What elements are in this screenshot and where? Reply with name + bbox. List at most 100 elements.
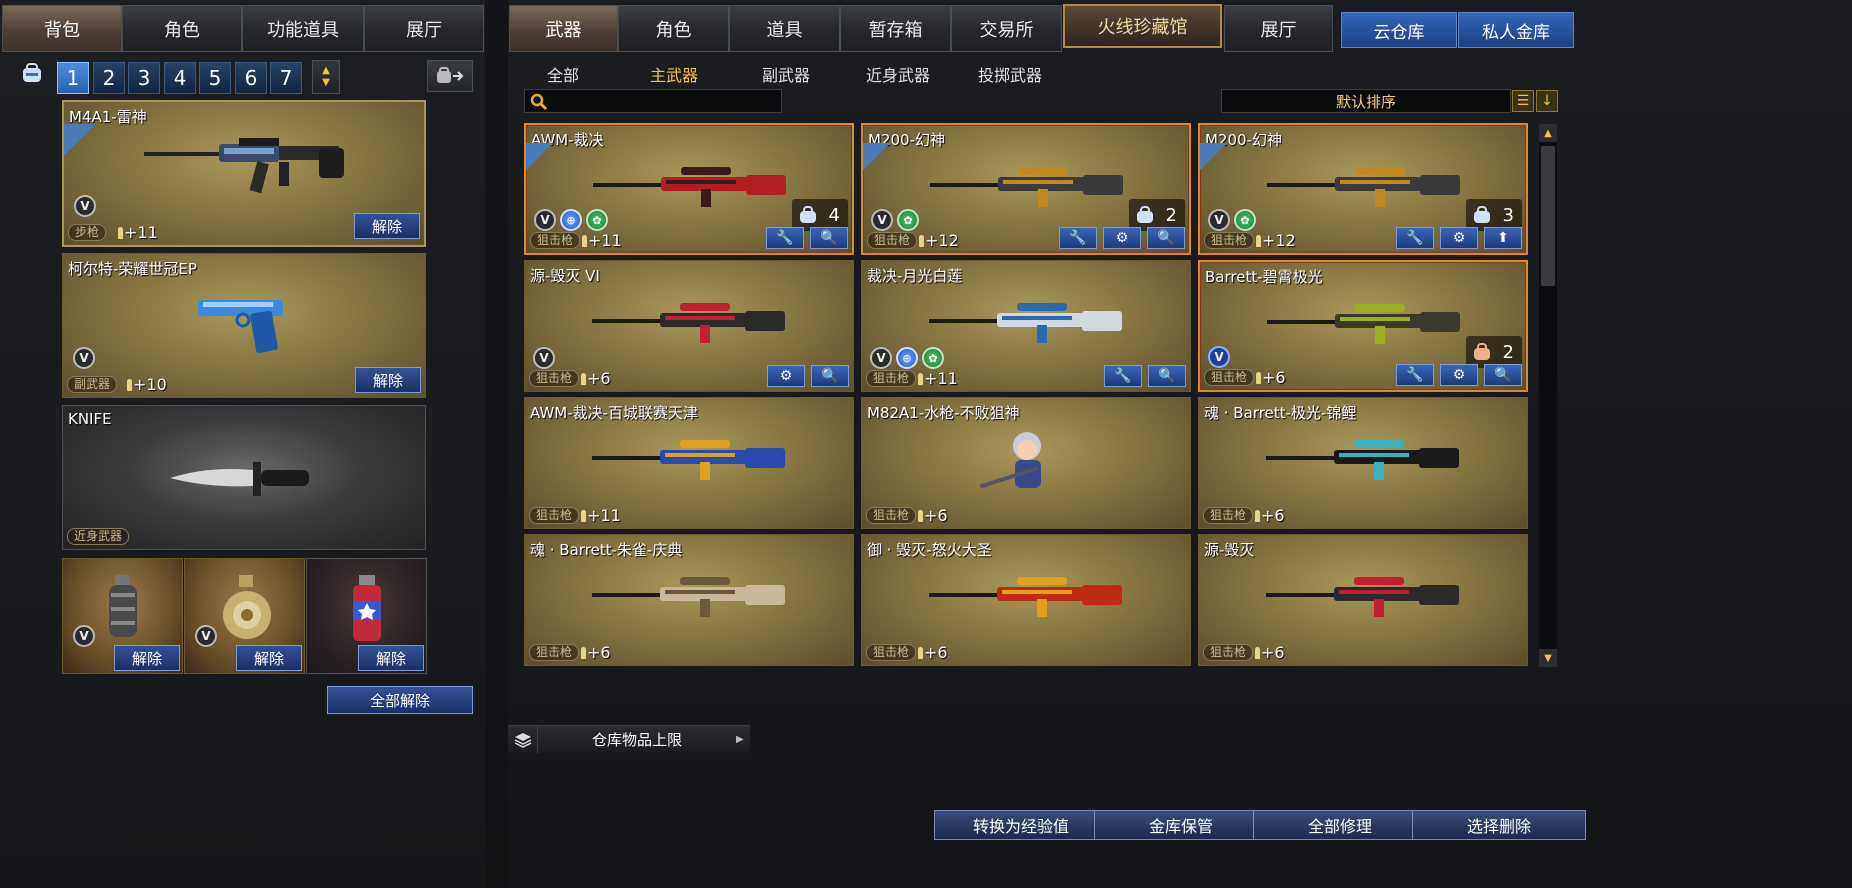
tab-private-vault[interactable]: 私人金库 bbox=[1458, 12, 1574, 48]
search-icon[interactable]: 🔍 bbox=[810, 227, 848, 249]
unequip-button[interactable]: 解除 bbox=[358, 645, 424, 671]
subtab-melee[interactable]: 近身武器 bbox=[866, 62, 930, 86]
weapon-card[interactable]: 御 · 毁灭-怒火大圣 狙击枪 +6 bbox=[861, 534, 1191, 666]
page-up-down-icon[interactable]: ▲ ▼ bbox=[312, 60, 340, 94]
chibi-sniper-icon bbox=[979, 432, 1041, 489]
weapon-card[interactable]: M82A1-水枪-不败狙神 狙击枪 +6 bbox=[861, 397, 1191, 529]
unequip-button[interactable]: 解除 bbox=[355, 367, 421, 393]
green-badge-icon: ✿ bbox=[897, 209, 919, 231]
wrench-icon[interactable]: 🔧 bbox=[1396, 227, 1434, 249]
page-button-7[interactable]: 7 bbox=[270, 62, 302, 94]
enhance-level: +6 bbox=[1262, 368, 1286, 387]
page-button-2[interactable]: 2 bbox=[93, 62, 125, 94]
scrollbar[interactable]: ▲ ▼ bbox=[1539, 124, 1557, 667]
tab-showroom-left[interactable]: 展厅 bbox=[364, 5, 484, 52]
tab-character[interactable]: 角色 bbox=[122, 5, 242, 52]
wrench-icon[interactable]: 🔧 bbox=[1396, 364, 1434, 386]
gear-icon[interactable]: ⚙ bbox=[1103, 227, 1141, 249]
convert-exp-button[interactable]: 转换为经验值 bbox=[934, 810, 1108, 840]
search-icon[interactable]: 🔍 bbox=[1148, 365, 1186, 387]
search-icon[interactable]: 🔍 bbox=[1147, 227, 1185, 249]
weapon-card[interactable]: M200-幻神 V ✿ 狙击枪 +12 2 🔧 ⚙ 🔍 bbox=[861, 123, 1191, 255]
wrench-icon[interactable]: 🔧 bbox=[766, 227, 804, 249]
weapon-type: 狙击枪 bbox=[1204, 232, 1255, 249]
tab-exchange[interactable]: 交易所 bbox=[951, 5, 1062, 52]
subtab-all[interactable]: 全部 bbox=[547, 62, 579, 86]
chevron-right-icon[interactable]: ▶ bbox=[736, 734, 750, 745]
upgrade-icon[interactable]: ⬆ bbox=[1484, 227, 1522, 249]
crosshair-badge-icon: ⊕ bbox=[560, 209, 582, 231]
gear-icon[interactable]: ⚙ bbox=[767, 365, 805, 387]
v-badge-icon: V bbox=[73, 625, 95, 647]
search-input[interactable] bbox=[553, 91, 775, 111]
search-icon[interactable]: 🔍 bbox=[1484, 364, 1522, 386]
search-box[interactable] bbox=[524, 89, 782, 113]
weapon-name: 御 · 毁灭-怒火大圣 bbox=[867, 541, 992, 559]
page-button-3[interactable]: 3 bbox=[128, 62, 160, 94]
storage-bar[interactable]: 仓库物品上限 ▶ bbox=[508, 725, 750, 754]
weapon-card[interactable]: Barrett-碧霄极光 V 狙击枪 +6 2 🔧 ⚙ 🔍 bbox=[1198, 260, 1528, 392]
bag-icon bbox=[1474, 343, 1490, 360]
grenade-slot-2[interactable]: V 解除 bbox=[184, 558, 305, 674]
weapon-card[interactable]: 魂 · Barrett-极光-锦鲤 狙击枪 +6 bbox=[1198, 397, 1528, 529]
page-button-1[interactable]: 1 bbox=[57, 62, 89, 94]
weapon-card[interactable]: 魂 · Barrett-朱雀-庆典 狙击枪 +6 bbox=[524, 534, 854, 666]
weapon-type: 狙击枪 bbox=[867, 232, 918, 249]
equipped-secondary-card[interactable]: 柯尔特-荣耀世冠EP V 副武器 +10 解除 bbox=[62, 253, 426, 398]
gear-icon[interactable]: ⚙ bbox=[1440, 227, 1478, 249]
weapon-card[interactable]: 裁决-月光白莲 V ⊕ ✿ 狙击枪 +11 🔧 🔍 bbox=[861, 260, 1191, 392]
subtab-throwable[interactable]: 投掷武器 bbox=[978, 62, 1042, 86]
tab-temp-box[interactable]: 暂存箱 bbox=[840, 5, 951, 52]
subtab-primary[interactable]: 主武器 bbox=[650, 62, 698, 86]
grenade-slot-3[interactable]: 解除 bbox=[306, 558, 427, 674]
tab-items[interactable]: 道具 bbox=[729, 5, 840, 52]
unequip-button[interactable]: 解除 bbox=[236, 645, 302, 671]
tab-backpack[interactable]: 背包 bbox=[2, 5, 122, 52]
enhance-level: +6 bbox=[924, 643, 948, 662]
release-all-button[interactable]: 全部解除 bbox=[327, 686, 473, 714]
search-icon[interactable]: 🔍 bbox=[811, 365, 849, 387]
weapon-name: KNIFE bbox=[68, 410, 112, 428]
tab-weapons[interactable]: 武器 bbox=[509, 5, 618, 52]
sniper-rifle-icon bbox=[1266, 440, 1459, 480]
weapon-card[interactable]: M200-幻神 V ✿ 狙击枪 +12 3 🔧 ⚙ ⬆ bbox=[1198, 123, 1528, 255]
tab-role[interactable]: 角色 bbox=[618, 5, 729, 52]
repair-all-button[interactable]: 全部修理 bbox=[1253, 810, 1427, 840]
unequip-button[interactable]: 解除 bbox=[354, 213, 420, 239]
v-badge-icon: V bbox=[533, 347, 555, 369]
grenade-slot-1[interactable]: V 解除 bbox=[62, 558, 183, 674]
page-button-4[interactable]: 4 bbox=[164, 62, 196, 94]
weapon-card[interactable]: 源-毁灭 狙击枪 +6 bbox=[1198, 534, 1528, 666]
tab-showroom-right[interactable]: 展厅 bbox=[1224, 5, 1333, 52]
rank-corner-icon bbox=[863, 143, 897, 177]
wrench-icon[interactable]: 🔧 bbox=[1059, 227, 1097, 249]
tab-cloud-storage[interactable]: 云仓库 bbox=[1341, 12, 1457, 48]
weapon-card[interactable]: AWM-裁决-百城联赛天津 狙击枪 +11 bbox=[524, 397, 854, 529]
page-button-6[interactable]: 6 bbox=[235, 62, 267, 94]
tab-function-items[interactable]: 功能道具 bbox=[242, 5, 364, 52]
scroll-thumb[interactable] bbox=[1541, 146, 1555, 286]
sort-desc-icon[interactable]: ↓ bbox=[1536, 90, 1558, 112]
wrench-icon[interactable]: 🔧 bbox=[1104, 365, 1142, 387]
weapon-card[interactable]: 源-毁灭 VI V 狙击枪 +6 ⚙ 🔍 bbox=[524, 260, 854, 392]
select-delete-button[interactable]: 选择删除 bbox=[1412, 810, 1586, 840]
page-button-5[interactable]: 5 bbox=[199, 62, 231, 94]
gear-icon[interactable]: ⚙ bbox=[1440, 364, 1478, 386]
tab-collection-hall[interactable]: 火线珍藏馆 bbox=[1063, 4, 1222, 48]
weapon-card[interactable]: AWM-裁决 V ⊕ ✿ 狙击枪 +11 4 🔧 🔍 bbox=[524, 123, 854, 255]
v-badge-icon: V bbox=[870, 347, 892, 369]
scroll-down-icon[interactable]: ▼ bbox=[1539, 649, 1557, 667]
swap-icon[interactable] bbox=[427, 60, 473, 92]
sort-dropdown[interactable]: 默认排序 bbox=[1221, 89, 1511, 113]
equipped-primary-card[interactable]: M4A1-雷神 V 步枪 +11 解除 bbox=[62, 100, 426, 247]
sniper-rifle-icon bbox=[929, 303, 1122, 343]
list-view-icon[interactable]: ☰ bbox=[1512, 90, 1534, 112]
unequip-button[interactable]: 解除 bbox=[114, 645, 180, 671]
weapon-name: 源-毁灭 bbox=[1204, 541, 1255, 559]
equipped-melee-card[interactable]: KNIFE 近身武器 bbox=[62, 405, 426, 550]
bag-icon bbox=[1137, 206, 1153, 223]
scroll-up-icon[interactable]: ▲ bbox=[1539, 124, 1557, 142]
enhance-level: +10 bbox=[133, 375, 167, 394]
subtab-secondary[interactable]: 副武器 bbox=[762, 62, 810, 86]
vault-keep-button[interactable]: 金库保管 bbox=[1094, 810, 1268, 840]
